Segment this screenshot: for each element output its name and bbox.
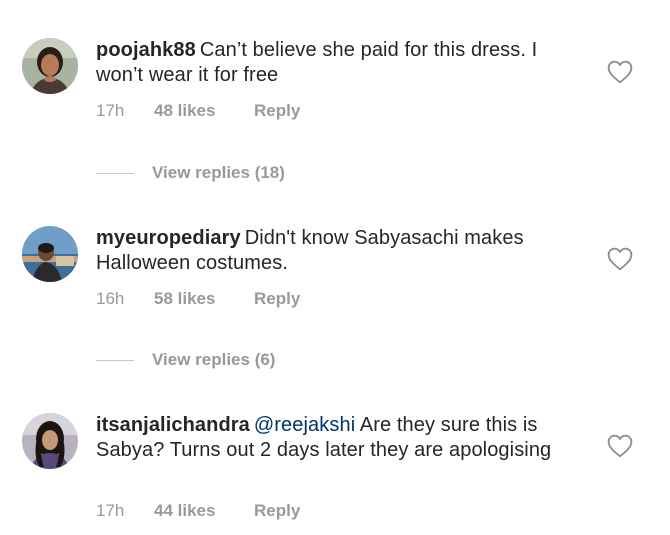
comment-likes[interactable]: 48 likes [154, 101, 254, 121]
view-replies-label: View replies (18) [152, 163, 285, 182]
comment-username[interactable]: itsanjalichandra [96, 414, 250, 436]
comment-text: myeuropediary Didn't know Sabyasachi make… [96, 226, 586, 276]
comment-text: poojahk88 Can’t believe she paid for this… [96, 38, 586, 88]
avatar[interactable] [22, 413, 78, 469]
reply-button[interactable]: Reply [254, 101, 300, 121]
reply-button[interactable]: Reply [254, 501, 300, 521]
divider-line [96, 359, 134, 361]
divider-line [96, 172, 134, 174]
view-replies-label: View replies (6) [152, 350, 276, 369]
heart-outline-icon[interactable] [607, 434, 633, 458]
comment-meta: 17h 44 likes Reply [96, 501, 300, 521]
comment-likes[interactable]: 58 likes [154, 289, 254, 309]
comment-meta: 17h 48 likes Reply [96, 101, 300, 121]
comment-username[interactable]: myeuropediary [96, 227, 241, 249]
view-replies-button[interactable]: View replies (18) [96, 163, 285, 183]
comment-time: 17h [96, 101, 125, 120]
comment-username[interactable]: poojahk88 [96, 39, 196, 61]
avatar[interactable] [22, 226, 78, 282]
comment-text: itsanjalichandra @reejakshi Are they sure… [96, 413, 586, 463]
view-replies-button[interactable]: View replies (6) [96, 350, 275, 370]
comment-likes[interactable]: 44 likes [154, 501, 254, 521]
heart-outline-icon[interactable] [607, 60, 633, 84]
avatar[interactable] [22, 38, 78, 94]
heart-outline-icon[interactable] [607, 247, 633, 271]
comment-time: 17h [96, 501, 125, 520]
reply-button[interactable]: Reply [254, 289, 300, 309]
comment-meta: 16h 58 likes Reply [96, 289, 300, 309]
comment-mention[interactable]: @reejakshi [254, 414, 355, 436]
comment-time: 16h [96, 289, 125, 308]
